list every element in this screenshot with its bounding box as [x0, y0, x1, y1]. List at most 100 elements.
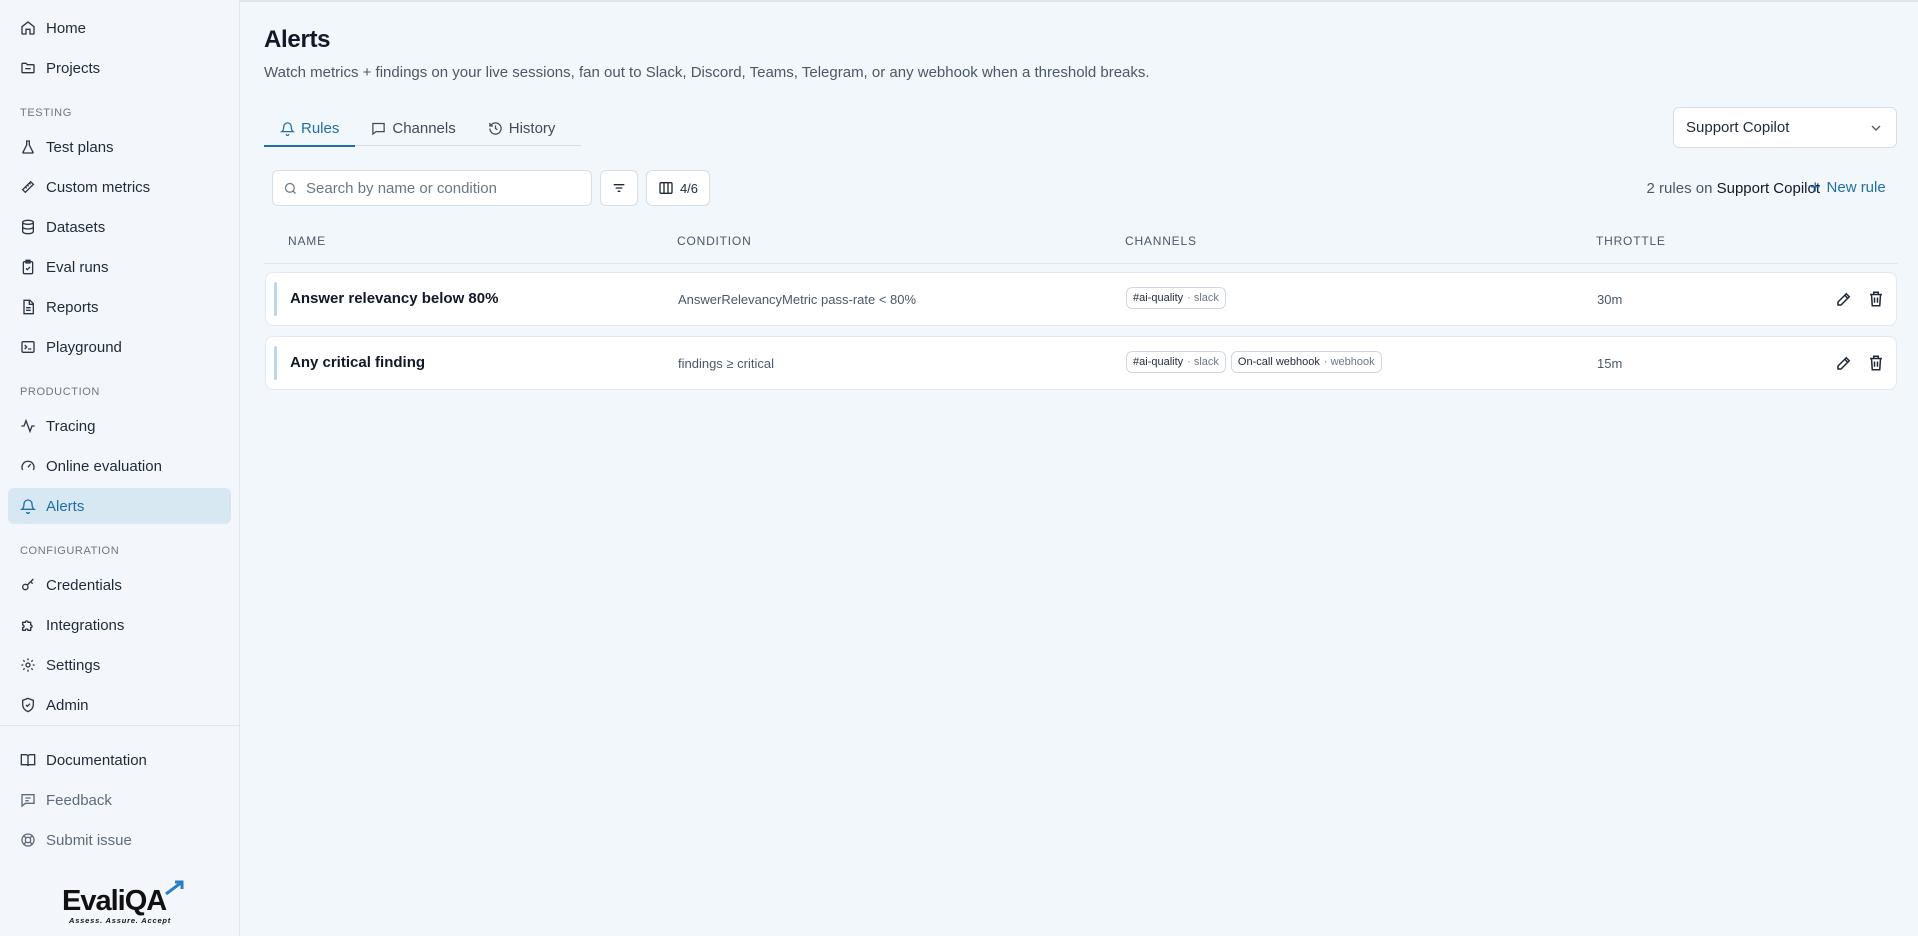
- search-box: [272, 170, 592, 206]
- page-title: Alerts: [264, 26, 331, 53]
- column-header-channels[interactable]: CHANNELS: [1125, 234, 1197, 248]
- edit-icon[interactable]: [1835, 354, 1853, 372]
- main-content: Alerts Watch metrics + findings on your …: [240, 0, 1918, 936]
- sidebar-item-feedback[interactable]: Feedback: [8, 782, 231, 818]
- section-label-production: PRODUCTION: [20, 386, 100, 398]
- search-input[interactable]: [306, 179, 586, 197]
- logo-tagline: Assess. Assure. Accept: [68, 916, 171, 925]
- trash-icon[interactable]: [1867, 290, 1885, 308]
- sidebar-item-online-evaluation[interactable]: Online evaluation: [8, 448, 231, 484]
- rule-channels: #ai-quality · slack: [1126, 287, 1226, 309]
- table-row[interactable]: Any critical finding findings ≥ critical…: [265, 336, 1897, 390]
- shield-check-icon: [20, 697, 36, 713]
- sidebar-item-datasets[interactable]: Datasets: [8, 209, 231, 245]
- sidebar-item-reports[interactable]: Reports: [8, 289, 231, 325]
- sidebar-item-label: Tracing: [46, 417, 96, 435]
- sidebar-item-label: Custom metrics: [46, 178, 151, 196]
- sidebar-item-test-plans[interactable]: Test plans: [8, 129, 231, 165]
- puzzle-icon: [20, 617, 36, 633]
- sidebar-item-label: Test plans: [46, 138, 114, 156]
- rules-count: 2 rules on Support Copilot: [1647, 180, 1820, 197]
- sidebar-item-submit-issue[interactable]: Submit issue: [8, 822, 231, 858]
- rule-channels: #ai-quality · slack On-call webhook · we…: [1126, 351, 1382, 373]
- chevron-down-icon: [1871, 125, 1881, 131]
- sidebar-item-documentation[interactable]: Documentation: [8, 742, 231, 778]
- plus-icon: +: [1810, 177, 1821, 197]
- channel-kind: · webhook: [1323, 356, 1375, 368]
- sidebar-item-label: Alerts: [46, 497, 85, 515]
- sidebar-item-label: Settings: [46, 656, 101, 674]
- sidebar-item-custom-metrics[interactable]: Custom metrics: [8, 169, 231, 205]
- tab-rules[interactable]: Rules: [264, 110, 356, 147]
- sidebar-item-credentials[interactable]: Credentials: [8, 567, 231, 603]
- new-rule-label: New rule: [1826, 178, 1886, 196]
- sidebar-item-projects[interactable]: Projects: [8, 50, 231, 86]
- project-select-value: Support Copilot: [1686, 119, 1790, 136]
- rules-count-project: Support Copilot: [1716, 180, 1820, 197]
- rule-name: Answer relevancy below 80%: [290, 290, 499, 307]
- message-square-icon: [20, 792, 36, 808]
- tab-channels[interactable]: Channels: [355, 110, 471, 146]
- tabs: Rules Channels History: [264, 110, 581, 147]
- key-icon: [20, 577, 36, 593]
- sidebar-item-playground[interactable]: Playground: [8, 329, 231, 365]
- lifebuoy-icon: [20, 832, 36, 848]
- edit-icon[interactable]: [1835, 290, 1853, 308]
- rule-condition: AnswerRelevancyMetric pass-rate < 80%: [678, 292, 917, 307]
- column-header-condition[interactable]: CONDITION: [677, 234, 752, 248]
- activity-icon: [20, 418, 36, 434]
- bell-icon: [20, 498, 36, 514]
- columns-icon: [659, 182, 673, 194]
- sidebar-item-eval-runs[interactable]: Eval runs: [8, 249, 231, 285]
- sidebar-item-label: Documentation: [46, 751, 147, 769]
- logo-arrow: [165, 880, 184, 896]
- message-square-icon: [371, 121, 386, 136]
- ruler-icon: [20, 179, 36, 195]
- new-rule-button[interactable]: + New rule: [1810, 178, 1886, 196]
- tab-history[interactable]: History: [472, 110, 572, 146]
- tab-label: Channels: [392, 119, 456, 137]
- sidebar-item-settings[interactable]: Settings: [8, 647, 231, 683]
- clipboard-check-icon: [20, 259, 36, 275]
- channel-name: #ai-quality: [1133, 292, 1184, 304]
- sidebar-item-label: Playground: [46, 338, 122, 356]
- flask-icon: [20, 139, 36, 155]
- folder-icon: [20, 60, 36, 76]
- evaliqa-logo: EvaliQA Assess. Assure. Accept: [62, 880, 184, 925]
- table-row[interactable]: Answer relevancy below 80% AnswerRelevan…: [265, 272, 1897, 326]
- database-icon: [20, 219, 36, 235]
- rule-condition: findings ≥ critical: [678, 356, 775, 371]
- columns-button[interactable]: 4/6: [646, 170, 710, 206]
- sidebar-divider: [0, 725, 239, 726]
- sidebar-item-alerts[interactable]: Alerts: [8, 488, 231, 524]
- filter-button[interactable]: [600, 170, 638, 206]
- channel-name: #ai-quality: [1133, 356, 1184, 368]
- sidebar-item-integrations[interactable]: Integrations: [8, 607, 231, 643]
- section-label-testing: TESTING: [20, 107, 72, 119]
- sidebar-item-label: Feedback: [46, 791, 112, 809]
- row-accent: [274, 282, 277, 316]
- sidebar-item-label: Integrations: [46, 616, 125, 634]
- sidebar-item-admin[interactable]: Admin: [8, 687, 231, 723]
- sidebar-item-label: Datasets: [46, 218, 106, 236]
- trash-icon[interactable]: [1867, 354, 1885, 372]
- sidebar-item-home[interactable]: Home: [8, 10, 231, 46]
- channel-chip: #ai-quality · slack: [1126, 351, 1226, 373]
- sidebar-item-tracing[interactable]: Tracing: [8, 408, 231, 444]
- tab-label: History: [508, 119, 556, 137]
- rules-count-prefix: 2 rules on: [1646, 180, 1713, 197]
- column-header-name[interactable]: NAME: [288, 234, 326, 248]
- rule-name: Any critical finding: [290, 354, 426, 371]
- home-icon: [20, 20, 36, 36]
- table-header: NAME CONDITION CHANNELS THROTTLE: [264, 224, 1898, 264]
- filter-icon: [613, 184, 625, 192]
- sidebar-item-label: Online evaluation: [46, 457, 162, 475]
- sidebar-item-label: Eval runs: [46, 258, 109, 276]
- sidebar-item-label: Submit issue: [46, 831, 132, 849]
- project-select[interactable]: Support Copilot: [1673, 107, 1897, 148]
- column-header-throttle[interactable]: THROTTLE: [1596, 234, 1666, 248]
- book-icon: [20, 752, 36, 768]
- channel-chip: On-call webhook · webhook: [1230, 351, 1382, 373]
- search-icon: [283, 181, 298, 196]
- channel-kind: · slack: [1187, 292, 1219, 304]
